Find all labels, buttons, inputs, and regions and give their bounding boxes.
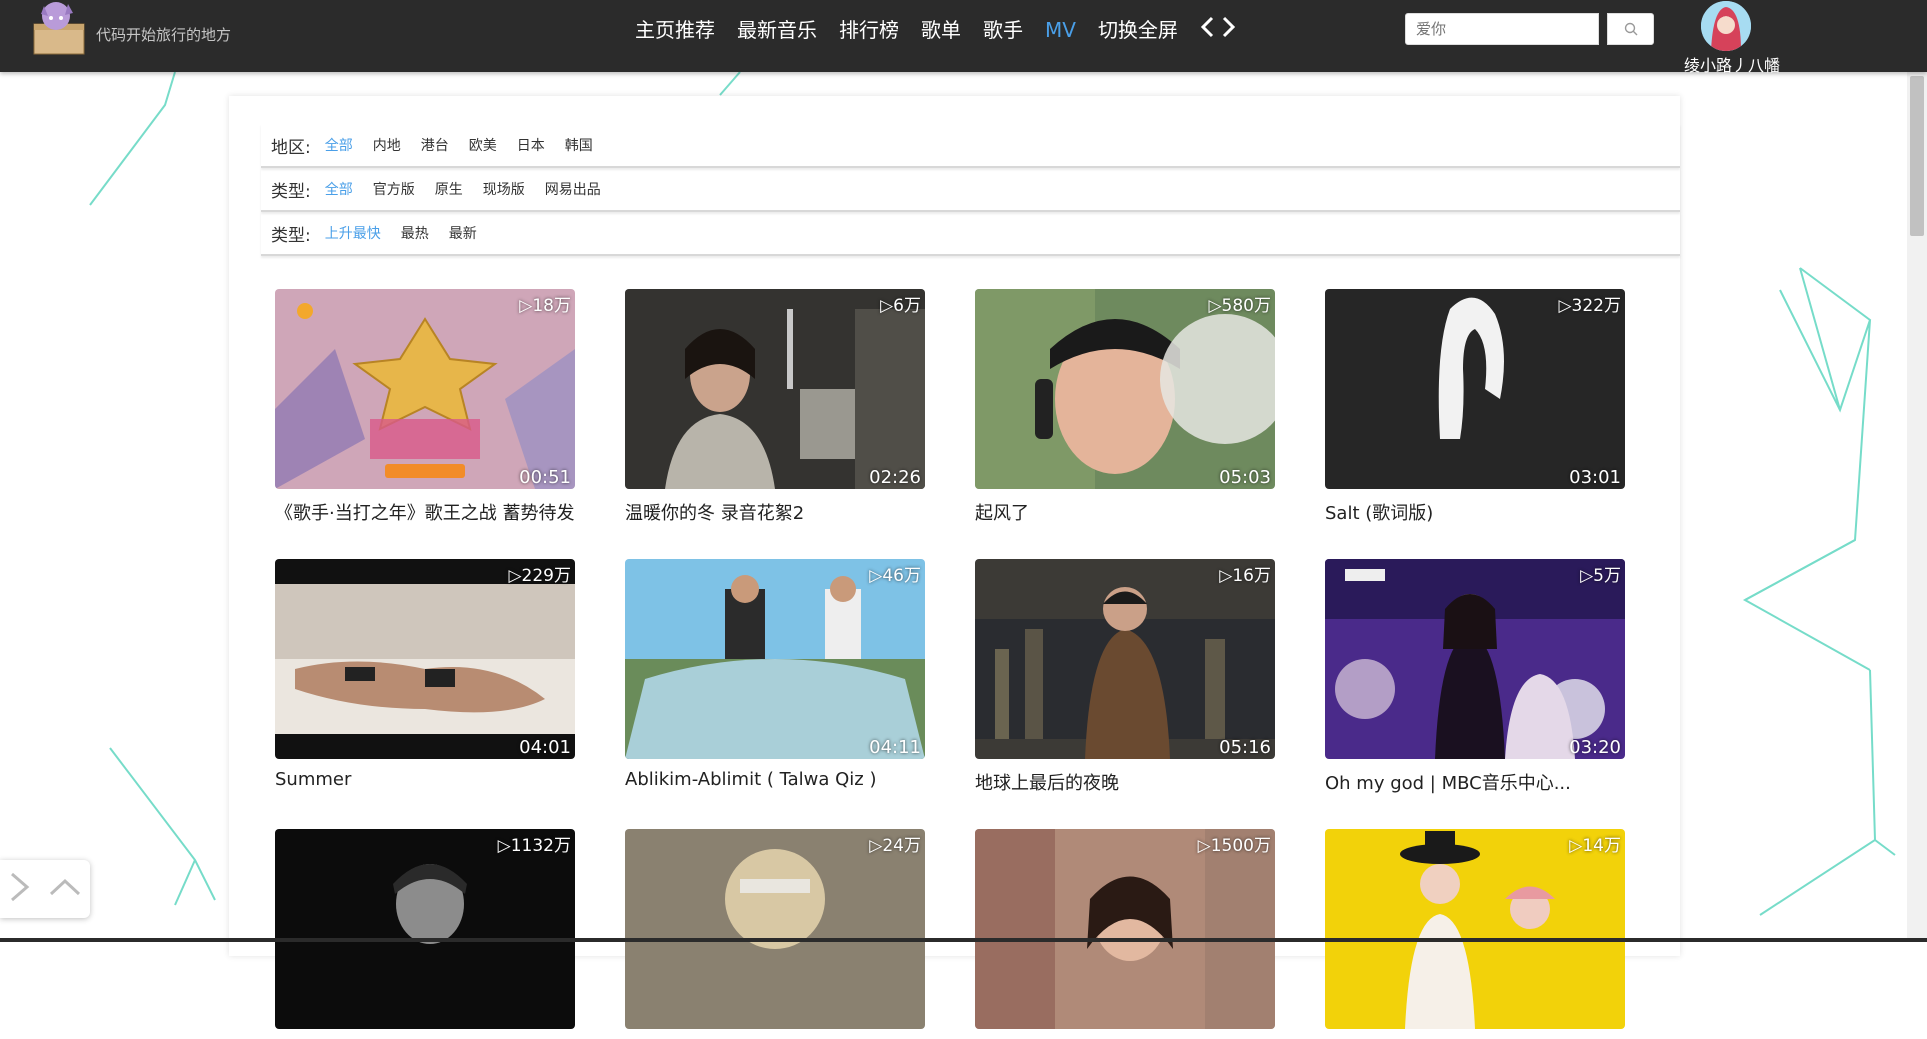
filter-type-netease[interactable]: 网易出品 bbox=[545, 179, 601, 199]
mv-card[interactable]: ▷46万 04:11 Ablikim-Ablimit ( Talwa Qiz ) bbox=[625, 559, 925, 790]
back-arrow-icon[interactable] bbox=[1200, 16, 1214, 44]
duration: 04:01 bbox=[519, 737, 571, 758]
play-count: ▷24万 bbox=[869, 836, 921, 856]
duration: 00:51 bbox=[519, 467, 571, 488]
filter-type: 类型: 全部 官方版 原生 现场版 网易出品 bbox=[261, 168, 1680, 212]
duration: 03:20 bbox=[1569, 737, 1621, 758]
filter-area: 地区: 全部 内地 港台 欧美 日本 韩国 bbox=[261, 124, 1680, 168]
duration: 02:26 bbox=[869, 467, 921, 488]
play-count: ▷46万 bbox=[869, 566, 921, 586]
mv-thumbnail[interactable]: ▷580万 05:03 bbox=[975, 289, 1275, 489]
filter-area-korea[interactable]: 韩国 bbox=[565, 135, 593, 155]
filter-sort: 类型: 上升最快 最热 最新 bbox=[261, 212, 1680, 256]
mv-title[interactable]: 《歌手·当打之年》歌王之战 蓄势待发 bbox=[275, 499, 575, 525]
play-count: ▷580万 bbox=[1208, 296, 1271, 316]
filter-type-label: 类型: bbox=[271, 181, 311, 202]
duration: 03:01 bbox=[1569, 467, 1621, 488]
nav-mv[interactable]: MV bbox=[1045, 16, 1076, 44]
nav-fullscreen[interactable]: 切换全屏 bbox=[1098, 16, 1178, 44]
mv-card[interactable]: ▷1500万 bbox=[975, 829, 1275, 1039]
bottom-bar bbox=[0, 938, 1927, 942]
duration: 04:11 bbox=[869, 737, 921, 758]
mv-card[interactable]: ▷1132万 bbox=[275, 829, 575, 1039]
filter-area-western[interactable]: 欧美 bbox=[469, 135, 497, 155]
filter-area-label: 地区: bbox=[271, 137, 311, 158]
nav-new-music[interactable]: 最新音乐 bbox=[737, 16, 817, 44]
filter-sort-label: 类型: bbox=[271, 225, 311, 246]
duration: 05:16 bbox=[1219, 737, 1271, 758]
play-count: ▷16万 bbox=[1219, 566, 1271, 586]
mv-thumbnail[interactable]: ▷322万 03:01 bbox=[1325, 289, 1625, 489]
play-count: ▷5万 bbox=[1580, 566, 1621, 586]
mv-thumbnail[interactable]: ▷1500万 bbox=[975, 829, 1275, 1029]
mv-title[interactable]: Oh my god | MBC音乐中心... bbox=[1325, 769, 1625, 795]
scrollbar-thumb[interactable] bbox=[1910, 76, 1924, 236]
mv-thumbnail[interactable]: ▷229万 04:01 bbox=[275, 559, 575, 759]
mv-thumbnail[interactable]: ▷5万 03:20 bbox=[1325, 559, 1625, 759]
mv-card[interactable]: ▷580万 05:03 起风了 bbox=[975, 289, 1275, 525]
filter-area-hktw[interactable]: 港台 bbox=[421, 135, 449, 155]
play-count: ▷322万 bbox=[1558, 296, 1621, 316]
duration: 05:03 bbox=[1219, 467, 1271, 488]
logo-text: 代码开始旅行的地方 bbox=[96, 26, 232, 44]
filter-type-official[interactable]: 官方版 bbox=[373, 179, 415, 199]
mv-title[interactable]: 起风了 bbox=[975, 499, 1275, 525]
nav-charts[interactable]: 排行榜 bbox=[839, 16, 899, 44]
mv-card[interactable]: ▷18万 00:51 《歌手·当打之年》歌王之战 蓄势待发 bbox=[275, 289, 575, 525]
mv-card[interactable]: ▷14万 bbox=[1325, 829, 1625, 1039]
mv-thumbnail[interactable]: ▷1132万 bbox=[275, 829, 575, 1029]
mv-title[interactable]: Ablikim-Ablimit ( Talwa Qiz ) bbox=[625, 769, 925, 790]
mv-card[interactable]: ▷24万 bbox=[625, 829, 925, 1039]
nav-artists[interactable]: 歌手 bbox=[983, 16, 1023, 44]
filter-area-all[interactable]: 全部 bbox=[325, 135, 353, 155]
play-count: ▷6万 bbox=[880, 296, 921, 316]
username[interactable]: 绫小路丿八幡 bbox=[1684, 52, 1780, 76]
filter-area-japan[interactable]: 日本 bbox=[517, 135, 545, 155]
mv-card[interactable]: ▷16万 05:16 地球上最后的夜晚 bbox=[975, 559, 1275, 795]
filter-type-original[interactable]: 原生 bbox=[435, 179, 463, 199]
nav-playlists[interactable]: 歌单 bbox=[921, 16, 961, 44]
nav-home[interactable]: 主页推荐 bbox=[635, 16, 715, 44]
mv-card[interactable]: ▷6万 02:26 温暖你的冬 录音花絮2 bbox=[625, 289, 925, 525]
expand-arrow-icon[interactable] bbox=[8, 870, 32, 908]
mv-panel: 地区: 全部 内地 港台 欧美 日本 韩国 类型: 全部 官方版 原生 现场版 … bbox=[229, 96, 1680, 1029]
mv-title[interactable]: 地球上最后的夜晚 bbox=[975, 769, 1275, 795]
mv-card[interactable]: ▷229万 04:01 Summer bbox=[275, 559, 575, 790]
top-navbar: 代码开始旅行的地方 主页推荐 最新音乐 排行榜 歌单 歌手 MV 切换全屏 绫小… bbox=[0, 0, 1927, 75]
avatar[interactable] bbox=[1701, 1, 1751, 51]
search-input[interactable] bbox=[1405, 13, 1599, 45]
mv-thumbnail[interactable]: ▷18万 00:51 bbox=[275, 289, 575, 489]
mv-thumbnail[interactable]: ▷16万 05:16 bbox=[975, 559, 1275, 759]
main-nav: 主页推荐 最新音乐 排行榜 歌单 歌手 MV 切换全屏 bbox=[635, 16, 1244, 44]
mv-card[interactable]: ▷5万 03:20 Oh my god | MBC音乐中心... bbox=[1325, 559, 1625, 795]
filter-type-all[interactable]: 全部 bbox=[325, 179, 353, 199]
filter-type-live[interactable]: 现场版 bbox=[483, 179, 525, 199]
mv-thumbnail[interactable]: ▷24万 bbox=[625, 829, 925, 1029]
mv-title[interactable]: Summer bbox=[275, 769, 575, 790]
floating-toolbar bbox=[0, 860, 90, 918]
filter-sort-newest[interactable]: 最新 bbox=[449, 223, 477, 243]
forward-arrow-icon[interactable] bbox=[1222, 16, 1236, 44]
mv-thumbnail[interactable]: ▷14万 bbox=[1325, 829, 1625, 1029]
back-to-top-icon[interactable] bbox=[48, 876, 82, 902]
play-count: ▷18万 bbox=[519, 296, 571, 316]
mv-thumbnail[interactable]: ▷46万 04:11 bbox=[625, 559, 925, 759]
search-icon bbox=[1624, 22, 1637, 36]
mv-title[interactable]: 温暖你的冬 录音花絮2 bbox=[625, 499, 925, 525]
filter-sort-rising[interactable]: 上升最快 bbox=[325, 223, 381, 243]
mv-title[interactable]: Salt (歌词版) bbox=[1325, 499, 1625, 525]
logo-icon[interactable] bbox=[32, 0, 90, 58]
play-count: ▷1500万 bbox=[1197, 836, 1271, 856]
search-button[interactable] bbox=[1607, 13, 1654, 45]
filter-sort-hottest[interactable]: 最热 bbox=[401, 223, 429, 243]
mv-card[interactable]: ▷322万 03:01 Salt (歌词版) bbox=[1325, 289, 1625, 525]
filter-area-mainland[interactable]: 内地 bbox=[373, 135, 401, 155]
play-count: ▷14万 bbox=[1569, 836, 1621, 856]
play-count: ▷1132万 bbox=[497, 836, 571, 856]
play-count: ▷229万 bbox=[508, 566, 571, 586]
mv-thumbnail[interactable]: ▷6万 02:26 bbox=[625, 289, 925, 489]
